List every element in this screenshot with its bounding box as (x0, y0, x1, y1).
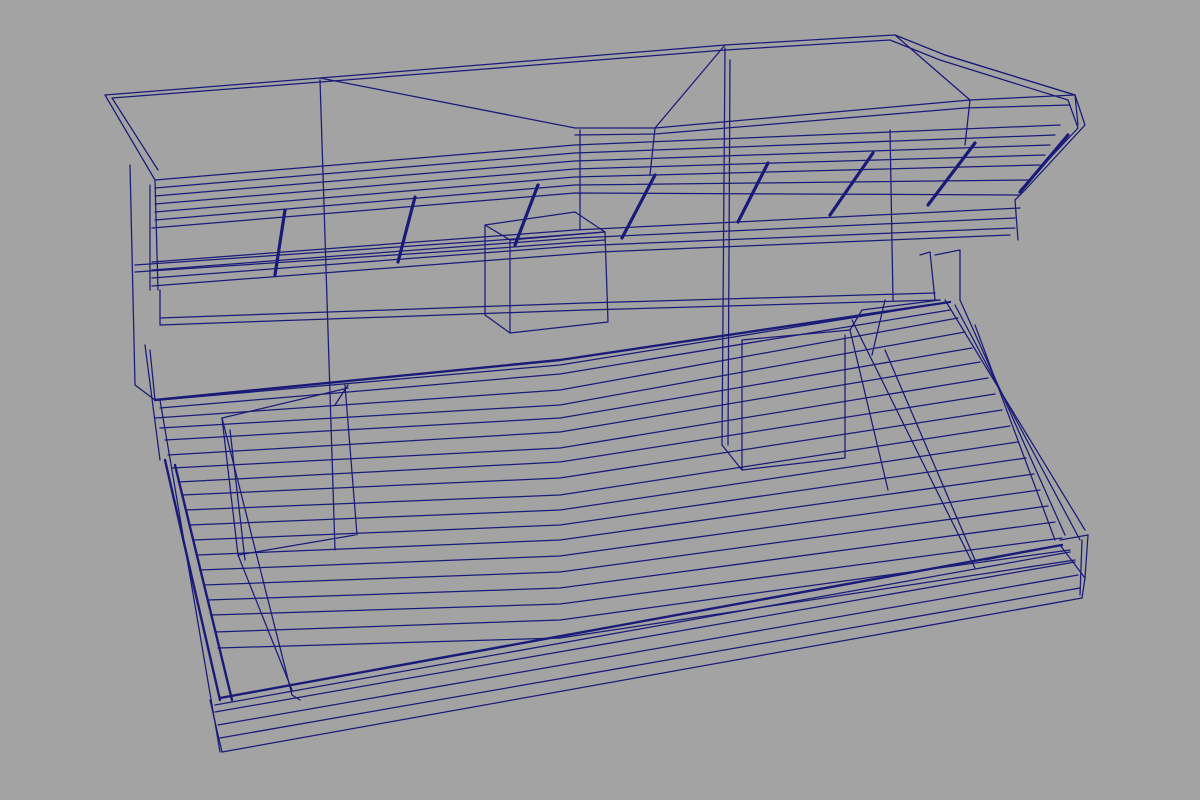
roof-fins (273, 133, 1070, 277)
deck-planks (154, 301, 1076, 649)
roof-slab (104, 34, 1086, 201)
deck-edge (144, 300, 1089, 753)
3d-viewport[interactable] (0, 0, 1200, 800)
wireframe-model[interactable] (0, 0, 1200, 800)
